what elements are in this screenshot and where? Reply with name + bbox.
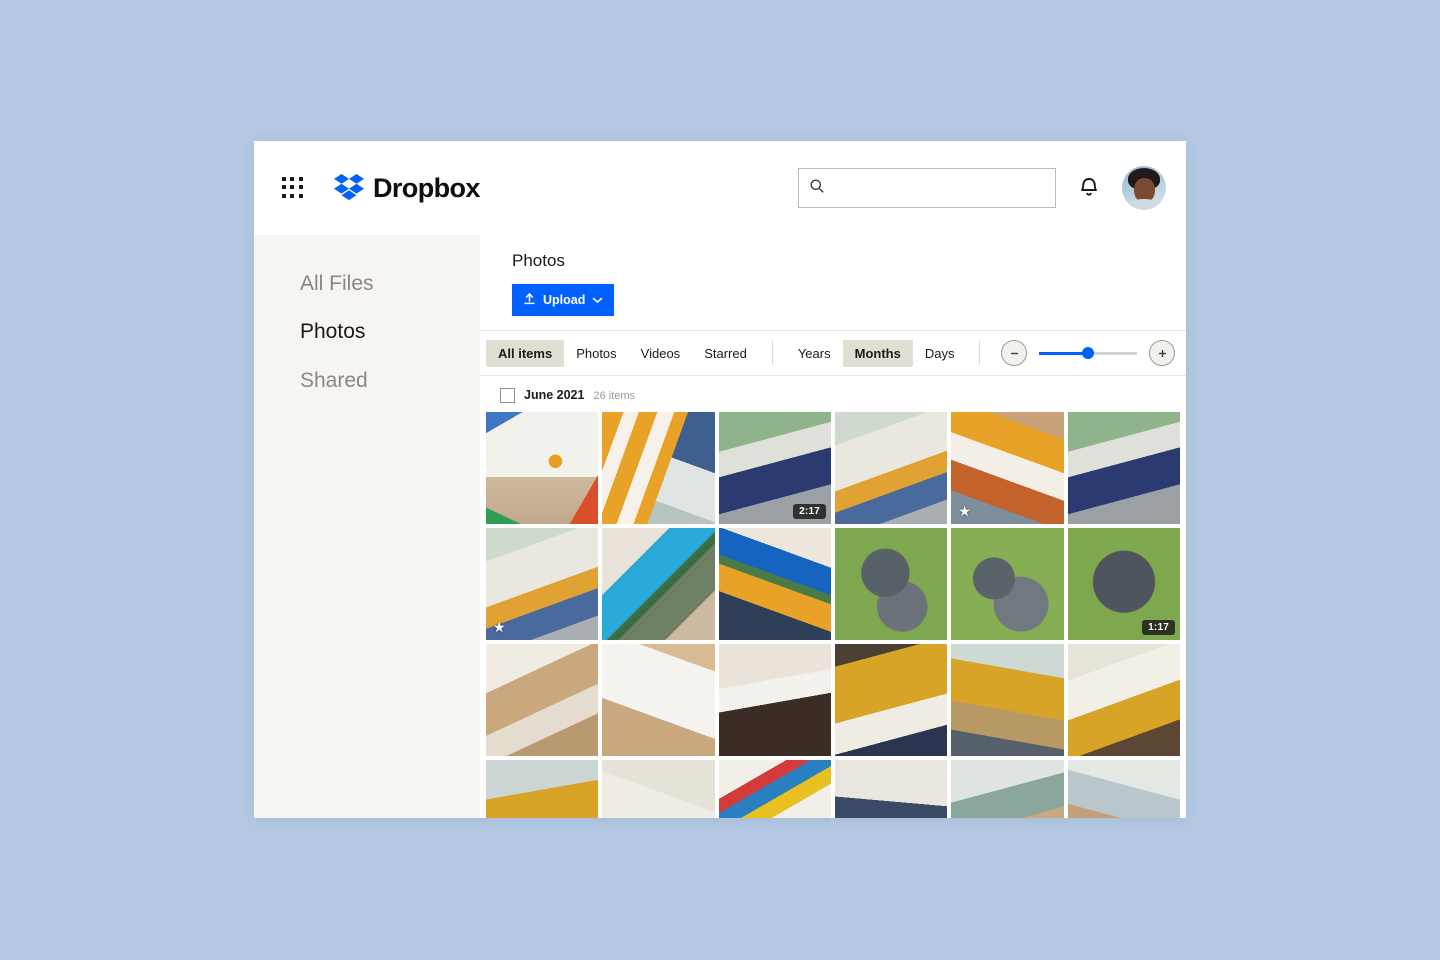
photo-thumbnail [835, 528, 948, 640]
toolbar-divider-left [771, 341, 773, 365]
photos-toolbar: All items Photos Videos Starred Years Mo… [480, 330, 1186, 376]
photo-father-hugging-child[interactable] [835, 644, 948, 756]
photo-finished-watercolor-painting[interactable] [602, 644, 715, 756]
brand-name-text: Dropbox [373, 172, 480, 203]
page-title: Photos [512, 251, 565, 270]
photo-hand-painting-with-palette[interactable] [718, 760, 831, 818]
chevron-down-icon [592, 293, 603, 307]
photo-child-sitting-on-bench[interactable] [835, 412, 948, 524]
tab-days[interactable]: Days [913, 340, 967, 367]
tab-starred[interactable]: Starred [692, 340, 759, 367]
toolbar-divider-right [979, 341, 981, 365]
photo-thumbnail [835, 644, 948, 756]
photo-thumbnail [486, 644, 599, 756]
bell-icon[interactable] [1078, 174, 1100, 203]
upload-button[interactable]: Upload [512, 284, 615, 316]
photo-childrens-artwork-on-sand[interactable] [486, 412, 599, 524]
photo-thumbnail [951, 760, 1064, 818]
tab-photos[interactable]: Photos [564, 340, 628, 367]
photo-mother-and-child-on-swing[interactable] [1067, 412, 1180, 524]
photo-father-and-daughter-smiling[interactable] [486, 760, 599, 818]
sidebar-item-shared[interactable]: Shared [300, 368, 480, 394]
tab-all-items[interactable]: All items [486, 339, 565, 367]
photo-child-painting-with-watercolors[interactable] [486, 644, 599, 756]
section-item-count: 26 items [593, 390, 636, 402]
photo-thumbnail [718, 760, 831, 818]
photo-thumbnail [602, 644, 715, 756]
main-content: Photos Upload All items Photos Videos St… [480, 235, 1186, 818]
tab-months[interactable]: Months [842, 339, 913, 367]
dropbox-brand-logo[interactable]: Dropbox [334, 173, 480, 204]
photo-thumbnail [835, 412, 948, 524]
photo-thumbnail [1067, 644, 1180, 756]
search-input[interactable] [833, 180, 1045, 196]
star-badge-icon: ★ [493, 619, 506, 635]
photo-two-dogs-looking-up[interactable] [951, 528, 1064, 640]
zoom-out-circle-icon[interactable] [1001, 340, 1028, 366]
photo-child-braids-above-painting[interactable] [718, 644, 831, 756]
section-select-checkbox[interactable] [500, 388, 515, 403]
sidebar-item-all-files[interactable]: All Files [300, 271, 480, 297]
search-box[interactable] [798, 168, 1056, 208]
photo-thumbnail [951, 528, 1064, 640]
tab-years[interactable]: Years [786, 340, 843, 367]
photo-thumbnail [486, 412, 599, 524]
photo-grid: 2:17 ★ ★ 1:17 [480, 412, 1186, 818]
photo-child-striped-sweater-on-bench[interactable] [602, 412, 715, 524]
page-header: Photos Upload [480, 235, 1186, 330]
photo-child-leaning-close-to-camera[interactable] [602, 760, 715, 818]
dropbox-logo-icon [334, 174, 364, 202]
app-grid-icon[interactable] [282, 177, 304, 199]
photo-child-smiling-reaching-out[interactable]: ★ [951, 412, 1064, 524]
photo-woman-painting-mural[interactable] [602, 528, 715, 640]
account-avatar[interactable] [1122, 166, 1166, 210]
photo-thumbnail [486, 760, 599, 818]
photo-thumbnail [602, 760, 715, 818]
top-navigation-bar: Dropbox [254, 141, 1186, 235]
search-icon [809, 178, 825, 199]
photo-father-lifting-child-by-window[interactable] [951, 644, 1064, 756]
photo-thumbnail [718, 644, 831, 756]
sidebar: All Files Photos Shared [254, 235, 480, 818]
photo-thumbnail [1067, 412, 1180, 524]
star-badge-icon: ★ [958, 503, 971, 519]
video-duration-badge: 1:17 [1142, 620, 1175, 635]
upload-arrow-icon [523, 292, 536, 308]
photo-thumbnail [602, 412, 715, 524]
photo-thumbnail [718, 528, 831, 640]
photo-father-and-laughing-child[interactable] [1067, 644, 1180, 756]
photo-two-cattle-dogs-on-grass[interactable] [835, 528, 948, 640]
video-dog-portrait-closeup[interactable]: 1:17 [1067, 528, 1180, 640]
sidebar-item-photos[interactable]: Photos [300, 319, 480, 345]
zoom-control [1001, 340, 1176, 366]
photo-thumbnail [951, 644, 1064, 756]
photo-family-on-porch-swing[interactable]: ★ [486, 528, 599, 640]
section-title: June 2021 [524, 388, 585, 402]
photo-parents-holding-toddler[interactable] [1067, 760, 1180, 818]
dropbox-app-window: Dropbox All Files Photos Shared Photos U… [254, 141, 1186, 818]
photo-thumbnail [602, 528, 715, 640]
photo-child-sitting-on-floor-drawing[interactable] [835, 760, 948, 818]
tab-videos[interactable]: Videos [629, 340, 693, 367]
photo-thumbnail [835, 760, 948, 818]
upload-button-label: Upload [543, 293, 586, 307]
app-body: All Files Photos Shared Photos Upload Al… [254, 235, 1186, 818]
video-two-people-on-porch-swing[interactable]: 2:17 [718, 412, 831, 524]
header-actions [798, 166, 1166, 210]
zoom-slider[interactable] [1039, 347, 1138, 359]
section-header-june-2021: June 2021 26 items [480, 376, 1186, 412]
photo-family-playing-indoors[interactable] [951, 760, 1064, 818]
video-duration-badge: 2:17 [793, 504, 826, 519]
zoom-in-circle-icon[interactable] [1149, 340, 1176, 366]
photo-thumbnail [1067, 760, 1180, 818]
photo-mother-and-child-painting-wall[interactable] [718, 528, 831, 640]
